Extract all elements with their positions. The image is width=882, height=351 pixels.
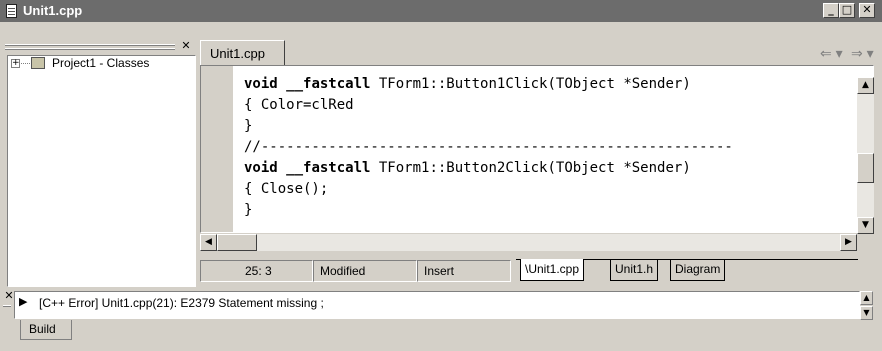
messages-grip[interactable]: [3, 305, 11, 307]
scroll-left-icon[interactable]: ◀: [200, 234, 217, 251]
expand-message-icon[interactable]: ▶: [19, 295, 27, 308]
cursor-position: 25: 3: [200, 260, 313, 282]
horizontal-scrollbar[interactable]: ◀ ▶: [200, 234, 857, 251]
minimize-button[interactable]: _: [823, 3, 839, 18]
code-line[interactable]: }: [244, 116, 252, 137]
tab-build[interactable]: Build: [20, 320, 72, 340]
classes-icon: [31, 57, 45, 69]
title-bar[interactable]: Unit1.cpp _ □ ✕: [0, 0, 882, 22]
forward-icon[interactable]: ⇒ ▾: [851, 45, 874, 62]
code-line[interactable]: //--------------------------------------…: [244, 137, 733, 158]
error-message[interactable]: [C++ Error] Unit1.cpp(21): E2379 Stateme…: [39, 296, 324, 310]
file-tab-unit1-h[interactable]: Unit1.h: [610, 259, 659, 281]
class-explorer[interactable]: + Project1 - Classes: [7, 55, 196, 287]
scroll-thumb[interactable]: [857, 153, 874, 183]
scroll-down-icon[interactable]: ▼: [857, 217, 874, 234]
tree-item-project1[interactable]: Project1 - Classes: [52, 56, 149, 70]
scroll-up-icon[interactable]: ▲: [857, 77, 874, 94]
editor-gutter[interactable]: [201, 66, 233, 232]
scroll-up-icon[interactable]: ▲: [860, 291, 873, 305]
code-editor[interactable]: void __fastcall TForm1::Button1Click(TOb…: [200, 65, 874, 233]
code-line[interactable]: void __fastcall TForm1::Button2Click(TOb…: [244, 158, 691, 179]
close-button[interactable]: ✕: [859, 3, 875, 18]
code-line[interactable]: void __fastcall TForm1::Button1Click(TOb…: [244, 74, 691, 95]
expand-icon[interactable]: +: [11, 59, 20, 68]
explorer-grip[interactable]: [5, 44, 175, 46]
close-explorer-icon[interactable]: ✕: [180, 40, 192, 52]
modified-indicator: Modified: [313, 260, 417, 282]
explorer-grip[interactable]: [5, 48, 175, 50]
back-icon[interactable]: ⇐ ▾: [820, 45, 843, 62]
vertical-scrollbar[interactable]: ▲ ▼: [857, 77, 874, 234]
code-line[interactable]: }: [244, 200, 252, 221]
scroll-right-icon[interactable]: ▶: [840, 234, 857, 251]
scroll-down-icon[interactable]: ▼: [860, 306, 873, 320]
document-icon: [6, 4, 17, 18]
window-title: Unit1.cpp: [23, 3, 83, 18]
file-tab-diagram[interactable]: Diagram: [670, 259, 726, 281]
tree-line: [21, 63, 30, 64]
insert-mode-indicator: Insert: [417, 260, 511, 282]
file-tab-unit1-cpp[interactable]: \Unit1.cpp: [520, 259, 585, 281]
code-line[interactable]: { Close();: [244, 179, 328, 200]
message-view[interactable]: ▶ [C++ Error] Unit1.cpp(21): E2379 State…: [14, 291, 860, 319]
code-line[interactable]: { Color=clRed: [244, 95, 354, 116]
hscroll-thumb[interactable]: [217, 234, 257, 251]
tab-unit1-cpp[interactable]: Unit1.cpp: [200, 40, 285, 66]
maximize-button[interactable]: □: [839, 3, 855, 18]
